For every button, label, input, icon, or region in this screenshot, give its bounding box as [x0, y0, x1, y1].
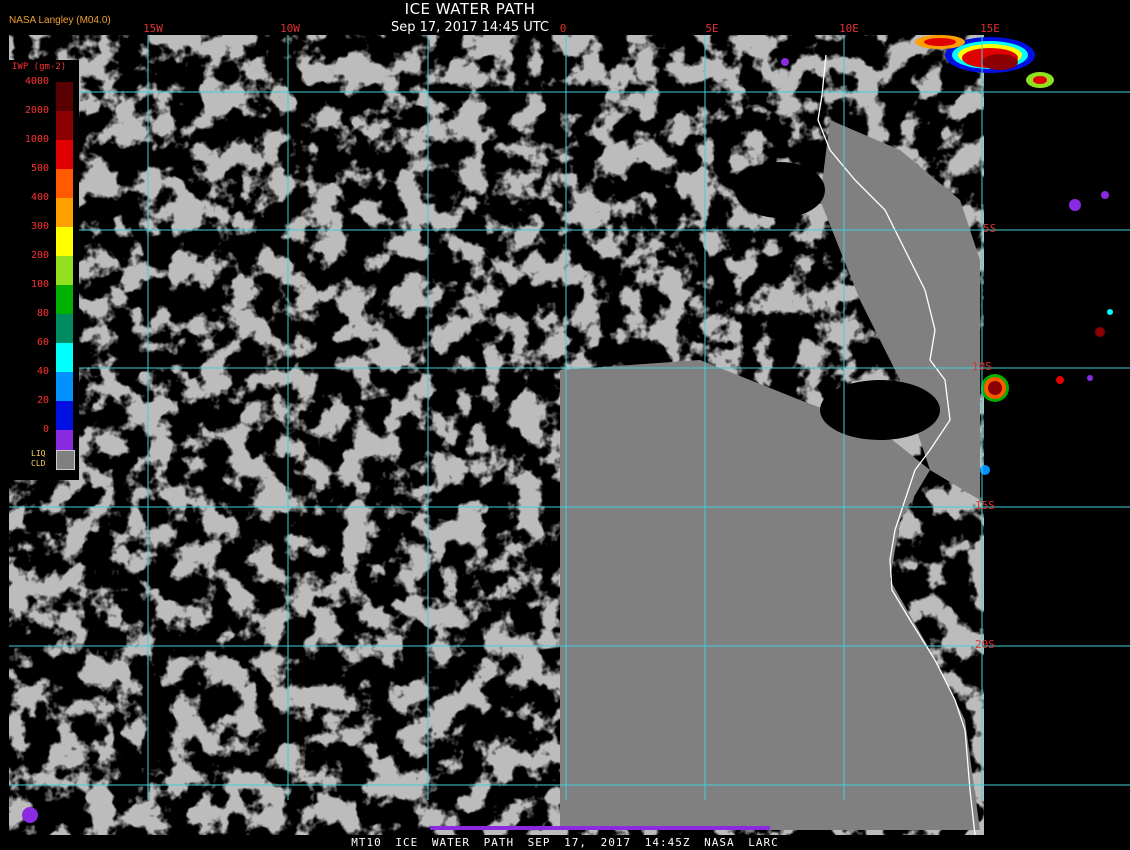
legend-swatch [56, 343, 73, 372]
legend-tick-label: 300 [30, 221, 49, 232]
legend-tick-label: 40 [36, 366, 49, 377]
legend-liquid-swatch [56, 450, 75, 470]
longitude-label: 15W [143, 22, 163, 35]
legend-swatch [56, 314, 73, 343]
legend-liquid-label: LIQ [31, 449, 46, 458]
ice-cloud-cell [981, 374, 1009, 402]
longitude-label: 15E [980, 22, 1000, 35]
legend-tick-label: 400 [30, 192, 49, 203]
satellite-map [9, 35, 1130, 836]
legend-swatch [56, 401, 73, 430]
longitude-label: 10E [839, 22, 859, 35]
legend-swatch [56, 285, 73, 314]
legend-tick-label: 80 [36, 308, 49, 319]
legend-liquid-label: CLD [31, 459, 46, 468]
longitude-label: 5E [705, 22, 719, 35]
latitude-label: 15S [975, 499, 995, 512]
color-legend: IWP (gm-2) 4000 2000 1000 500 400 300 200 100 80… [9, 60, 79, 480]
map-title: ICE WATER PATH [404, 0, 536, 18]
latitude-label: 10S [972, 360, 992, 373]
legend-swatch [56, 256, 73, 285]
legend-tick-label: 2000 [24, 105, 49, 116]
footer-caption: MT10 ICE WATER PATH SEP 17, 2017 14:45Z … [351, 836, 779, 849]
longitude-label: 10W [280, 22, 300, 35]
legend-swatch [56, 111, 73, 140]
legend-tick-label: 100 [30, 279, 49, 290]
legend-swatch [56, 82, 73, 111]
legend-swatch [56, 169, 73, 198]
map-subtitle: Sep 17, 2017 14:45 UTC [390, 20, 550, 35]
legend-swatch [56, 140, 73, 169]
legend-swatch [56, 372, 73, 401]
legend-swatch [56, 430, 73, 450]
legend-swatch [56, 227, 73, 256]
legend-title: IWP (gm-2) [12, 62, 67, 72]
clear-patch [820, 380, 940, 440]
legend-tick-label: 60 [36, 337, 49, 348]
ice-band-bottom [430, 826, 770, 830]
legend-tick-label: 1000 [24, 134, 49, 145]
legend-swatch [56, 198, 73, 227]
legend-tick-label: 20 [36, 395, 49, 406]
legend-tick-label: 4000 [24, 76, 49, 87]
latitude-label: 5S [983, 222, 997, 235]
clear-patch [735, 162, 825, 218]
legend-tick-label: 200 [30, 250, 49, 261]
legend-tick-label: 0 [42, 424, 49, 435]
longitude-label: 0 [559, 22, 567, 35]
latitude-label: 20S [975, 638, 995, 651]
legend-tick-label: 500 [30, 163, 49, 174]
